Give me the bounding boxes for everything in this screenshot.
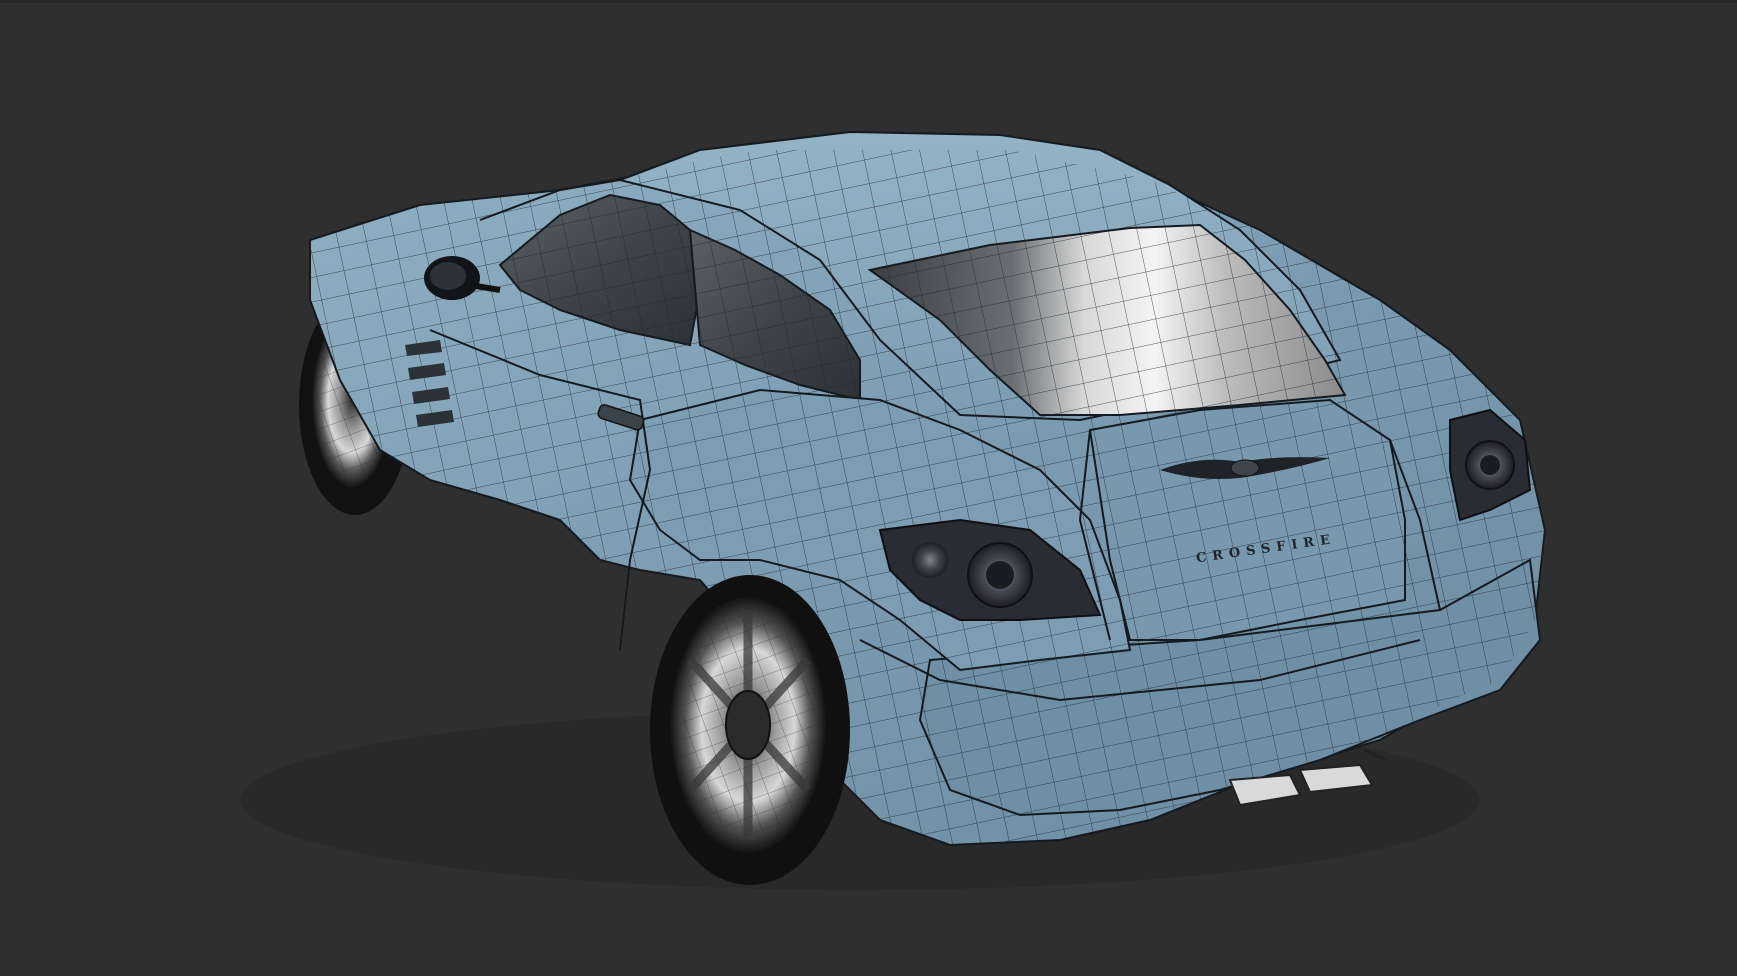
3d-viewport[interactable]: CROSSFIRE [0,0,1737,976]
rear-left-wheel[interactable] [650,575,850,885]
car-model-render[interactable]: CROSSFIRE [0,0,1737,976]
